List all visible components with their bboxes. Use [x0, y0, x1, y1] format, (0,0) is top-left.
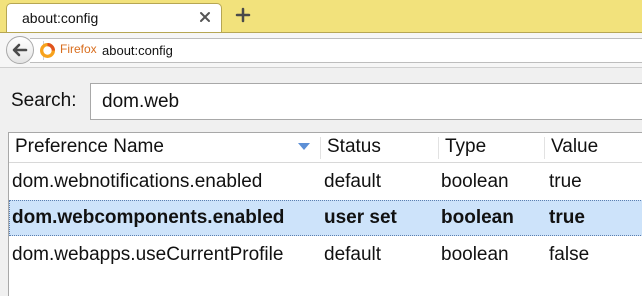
- preference-status: default: [324, 244, 382, 265]
- sort-descending-icon: [298, 143, 310, 150]
- about-config-page: Search: Preference Name Status Type Valu…: [0, 68, 642, 296]
- url-text[interactable]: about:config: [102, 43, 173, 58]
- table-row[interactable]: dom.webapps.useCurrentProfile default bo…: [9, 237, 642, 273]
- column-header-status[interactable]: Status: [321, 133, 438, 162]
- navigation-bar: Firefox about:config: [0, 32, 642, 68]
- preference-name: dom.webnotifications.enabled: [12, 171, 263, 192]
- preference-status: default: [324, 171, 382, 192]
- identity-label: Firefox: [60, 42, 97, 56]
- preference-value: true: [549, 171, 582, 192]
- tab-about-config[interactable]: about:config: [6, 3, 222, 33]
- table-row-selected[interactable]: dom.webcomponents.enabled user set boole…: [9, 200, 642, 236]
- firefox-logo-icon: [40, 43, 55, 58]
- plus-icon[interactable]: [232, 4, 254, 26]
- browser-window: about:config Firefox about:config Search…: [0, 0, 642, 296]
- identity-box[interactable]: Firefox: [37, 41, 97, 60]
- column-header-preference-name[interactable]: Preference Name: [9, 133, 322, 162]
- preference-status: user set: [324, 207, 397, 228]
- preference-name: dom.webapps.useCurrentProfile: [12, 244, 284, 265]
- column-header-type[interactable]: Type: [439, 133, 544, 162]
- search-input[interactable]: [90, 83, 642, 120]
- tab-strip: about:config: [0, 0, 642, 33]
- table-row[interactable]: dom.webnotifications.enabled default boo…: [9, 164, 642, 200]
- url-bar[interactable]: Firefox about:config: [30, 38, 642, 63]
- preference-type: boolean: [441, 171, 509, 192]
- tab-title: about:config: [22, 10, 99, 26]
- preference-value: false: [549, 244, 590, 265]
- preference-type: boolean: [441, 207, 514, 228]
- back-arrow-icon: [12, 43, 28, 57]
- column-header-value[interactable]: Value: [545, 133, 642, 162]
- table-header: Preference Name Status Type Value: [9, 133, 642, 163]
- preferences-table: Preference Name Status Type Value dom.we…: [8, 132, 642, 296]
- preference-value: true: [549, 207, 585, 228]
- close-icon[interactable]: [197, 9, 213, 25]
- back-button[interactable]: [6, 36, 34, 64]
- preference-type: boolean: [441, 244, 509, 265]
- preference-name: dom.webcomponents.enabled: [12, 207, 285, 228]
- search-label: Search:: [11, 90, 77, 111]
